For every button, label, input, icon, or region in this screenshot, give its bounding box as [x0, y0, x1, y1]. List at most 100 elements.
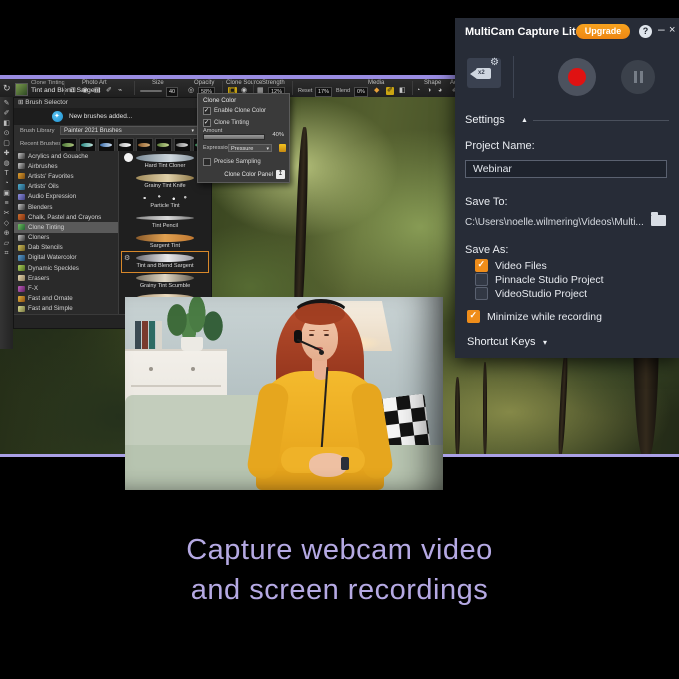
- checkbox-icon[interactable]: [203, 158, 211, 166]
- tool-icon[interactable]: ⊙: [4, 129, 10, 138]
- photo-art-icon[interactable]: ⌁: [118, 87, 122, 95]
- brush-variant-selected[interactable]: ⚙ Tint and Blend Sargent: [122, 252, 208, 272]
- brush-category[interactable]: Chalk, Pastel and Crayons: [14, 212, 118, 222]
- photo-art-icon[interactable]: ⊡: [70, 87, 76, 95]
- shape-icon[interactable]: ◔: [416, 87, 420, 95]
- brush-category[interactable]: Airbrushes: [14, 161, 118, 171]
- recent-brush-thumb[interactable]: [79, 138, 96, 152]
- brush-category[interactable]: Artists' Oils: [14, 182, 118, 192]
- tool-icon[interactable]: ▢: [3, 139, 10, 148]
- tool-icon[interactable]: ≡: [4, 199, 8, 208]
- minimize-button[interactable]: –: [658, 22, 665, 36]
- brush-category[interactable]: Audio Expression: [14, 192, 118, 202]
- brush-category[interactable]: Digital Watercolor: [14, 253, 118, 263]
- option-video-files[interactable]: Video Files: [475, 259, 547, 272]
- brush-preview-icon[interactable]: [15, 83, 28, 96]
- project-name-input[interactable]: [465, 160, 667, 178]
- amount-value: 40%: [272, 132, 284, 138]
- tool-icon[interactable]: ▣: [3, 189, 10, 198]
- shortcut-keys-toggle[interactable]: Shortcut Keys: [467, 336, 535, 348]
- brush-category[interactable]: Dynamic Speckles: [14, 263, 118, 273]
- reset-value[interactable]: 17%: [315, 87, 332, 97]
- tool-icon[interactable]: ✎: [4, 99, 10, 108]
- recent-brush-thumb[interactable]: [136, 138, 153, 152]
- brush-category[interactable]: F-X: [14, 283, 118, 293]
- recent-brush-thumb[interactable]: [60, 138, 77, 152]
- photo-art-icon[interactable]: ◉: [82, 87, 88, 95]
- tool-icon[interactable]: ◧: [3, 119, 10, 128]
- reset-tool-icon[interactable]: ↻: [3, 84, 11, 92]
- brush-variant[interactable]: Particle Tint: [122, 192, 208, 212]
- tool-icon[interactable]: ✚: [4, 149, 10, 158]
- brush-category[interactable]: Fast and Ornate: [14, 294, 118, 304]
- save-as-label: Save As:: [465, 244, 508, 256]
- brush-category[interactable]: Blenders: [14, 202, 118, 212]
- option-pinnacle-studio[interactable]: Pinnacle Studio Project: [475, 273, 604, 286]
- recent-brush-thumb[interactable]: [117, 138, 134, 152]
- brush-category-selected[interactable]: Clone Tinting: [14, 222, 118, 232]
- new-brushes-notification[interactable]: ✦ New brushes added... ▸: [14, 108, 211, 125]
- pause-button[interactable]: [621, 60, 655, 94]
- amount-slider[interactable]: [203, 134, 265, 140]
- brush-library-dropdown[interactable]: Painter 2021 Brushes ▾: [60, 126, 198, 135]
- save-to-path[interactable]: C:\Users\noelle.wilmering\Videos\Multi..…: [465, 217, 643, 228]
- size-value[interactable]: 40: [166, 87, 178, 97]
- photo-art-icon[interactable]: ▤: [94, 87, 101, 95]
- brush-category[interactable]: Fast and Simple: [14, 304, 118, 314]
- capture-sources-button[interactable]: x2 ⚙: [467, 58, 501, 88]
- brush-variant[interactable]: Hard Tint Cloner: [122, 152, 208, 172]
- checkbox-icon[interactable]: [475, 287, 488, 300]
- settings-toggle[interactable]: Settings: [465, 114, 505, 126]
- close-button[interactable]: ×: [669, 24, 675, 36]
- brush-selector-titlebar[interactable]: ⊞ Brush Selector ≡: [14, 98, 211, 108]
- tool-icon[interactable]: T: [4, 169, 8, 178]
- brush-category[interactable]: Erasers: [14, 273, 118, 283]
- help-button[interactable]: ?: [639, 25, 652, 38]
- brush-variant[interactable]: Grainy Tint Scumble: [122, 272, 208, 292]
- recent-brush-thumb[interactable]: [174, 138, 191, 152]
- checkbox-icon[interactable]: [475, 273, 488, 286]
- checkbox-icon[interactable]: [475, 259, 488, 272]
- record-button[interactable]: [558, 58, 596, 96]
- clone-tinting-checkbox[interactable]: Clone Tinting: [203, 119, 249, 127]
- brush-category[interactable]: Artists' Favorites: [14, 171, 118, 181]
- checkbox-icon[interactable]: [467, 310, 480, 323]
- tool-icon[interactable]: ◍: [3, 159, 9, 168]
- tool-icon[interactable]: ✂: [4, 209, 10, 218]
- shape-icon[interactable]: ◕: [438, 87, 442, 95]
- blend-value[interactable]: 0%: [354, 87, 368, 97]
- recent-brush-thumb[interactable]: [98, 138, 115, 152]
- upgrade-button[interactable]: Upgrade: [576, 24, 630, 39]
- minimize-while-recording[interactable]: Minimize while recording: [467, 310, 602, 323]
- option-videostudio[interactable]: VideoStudio Project: [475, 287, 587, 300]
- photo-art-icon[interactable]: ✐: [106, 87, 112, 95]
- brush-library-row: Brush Library Painter 2021 Brushes ▾: [14, 125, 211, 137]
- brush-variant[interactable]: Tint Pencil: [122, 212, 208, 232]
- media-icon[interactable]: ◧: [399, 87, 406, 95]
- tool-icon[interactable]: ✐: [4, 109, 10, 118]
- brush-category[interactable]: Dab Stencils: [14, 243, 118, 253]
- expression-dropdown[interactable]: Pressure ▾: [228, 144, 272, 152]
- recent-brush-thumb[interactable]: [155, 138, 172, 152]
- enable-clone-color-checkbox[interactable]: Enable Clone Color: [203, 107, 266, 115]
- brush-variant[interactable]: Grainy Tint Knife: [122, 172, 208, 192]
- tool-icon[interactable]: ⌗: [5, 249, 9, 258]
- expression-settings-icon[interactable]: [279, 144, 286, 152]
- precise-sampling-checkbox[interactable]: Precise Sampling: [203, 158, 261, 166]
- tool-icon[interactable]: ◔: [4, 179, 8, 188]
- tool-icon[interactable]: ◇: [4, 219, 9, 228]
- clone-color-panel-button[interactable]: Clone Color Panel: [224, 170, 285, 179]
- size-slider[interactable]: [140, 90, 162, 92]
- brush-category[interactable]: Acrylics and Gouache: [14, 151, 118, 161]
- brush-variant[interactable]: Sargent Tint: [122, 232, 208, 252]
- tool-icon[interactable]: ▱: [4, 239, 9, 248]
- media-icon[interactable]: ◆: [374, 87, 379, 95]
- media-icon[interactable]: ✐: [386, 87, 394, 95]
- shape-icon[interactable]: ◑: [427, 87, 431, 95]
- tool-icon[interactable]: ⊕: [4, 229, 10, 238]
- brush-category[interactable]: Cloners: [14, 233, 118, 243]
- checkbox-icon[interactable]: [203, 119, 211, 127]
- checkbox-icon[interactable]: [203, 107, 211, 115]
- webcam-video-overlay[interactable]: [125, 297, 443, 490]
- folder-icon[interactable]: [651, 215, 666, 226]
